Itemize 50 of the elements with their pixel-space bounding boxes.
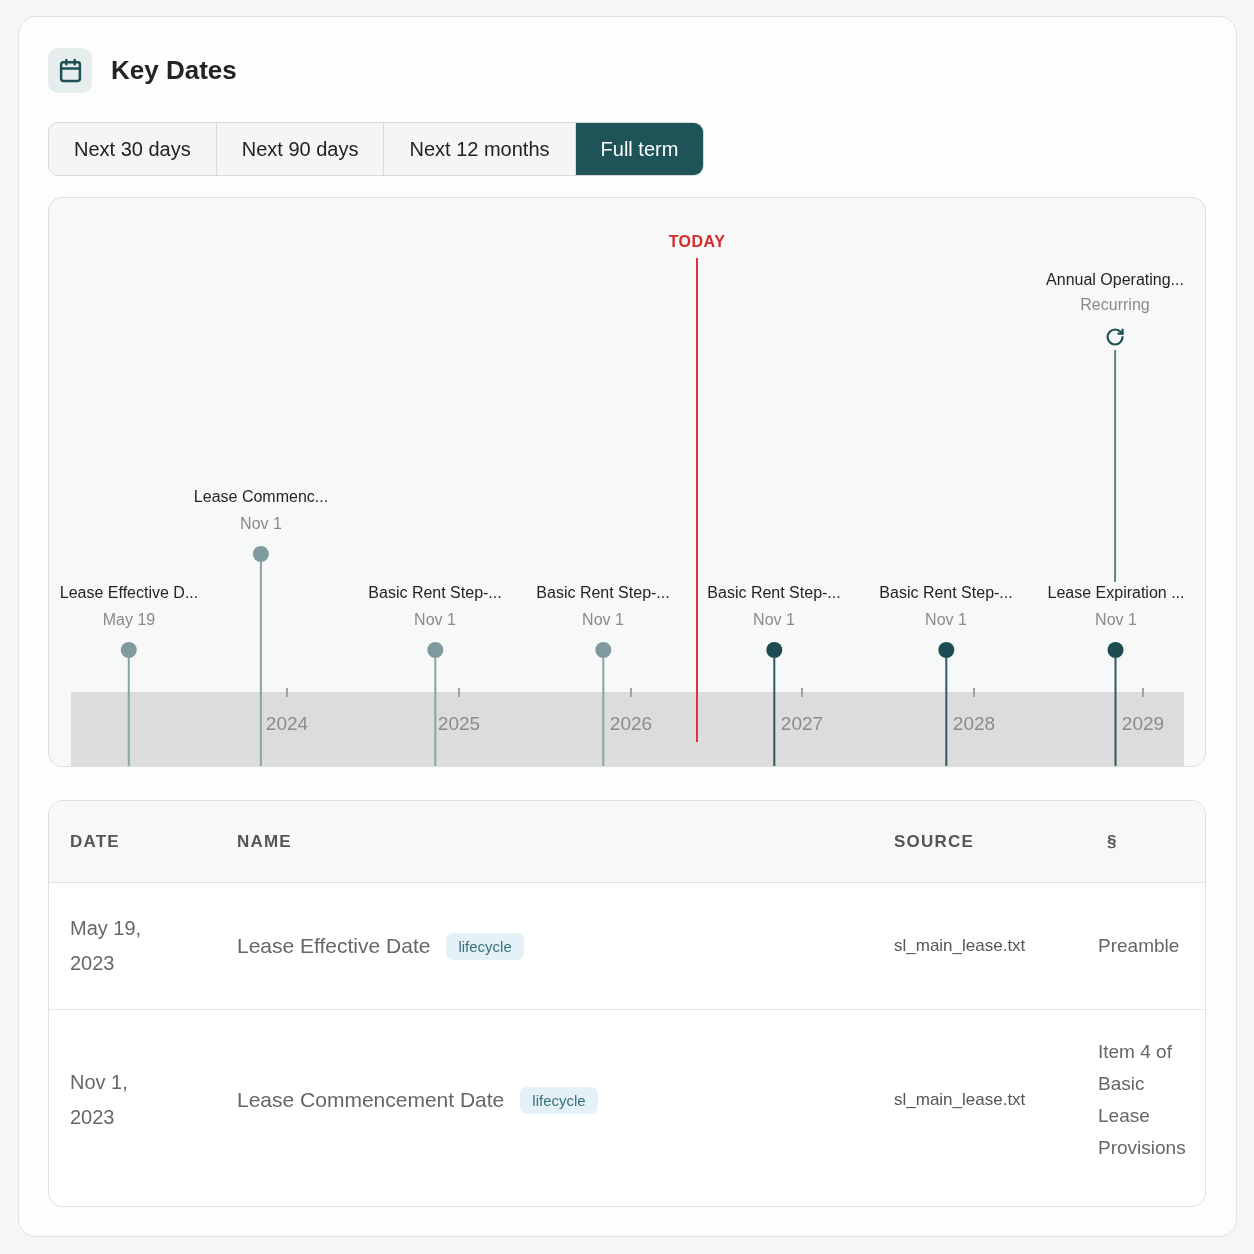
- event-title: Basic Rent Step-...: [368, 583, 502, 603]
- axis-tick: [286, 688, 288, 697]
- year-label: 2026: [609, 714, 653, 734]
- event-title: Annual Operating...: [1046, 270, 1184, 290]
- event-note: Recurring: [1080, 295, 1150, 315]
- category-tag: lifecycle: [520, 1086, 598, 1114]
- event-title: Basic Rent Step-...: [707, 583, 841, 603]
- event-date: Nov 1: [240, 514, 282, 534]
- year-label: 2027: [780, 714, 824, 734]
- event-title: Lease Expiration ...: [1047, 583, 1185, 603]
- date-cell-text: May 19, 2023: [69, 916, 143, 976]
- column-header: DATE: [69, 831, 121, 852]
- name-text: Lease Effective Date: [237, 934, 431, 958]
- year-label: 2029: [1121, 714, 1165, 734]
- range-tab[interactable]: Next 12 months: [383, 123, 575, 175]
- today-label: TODAY: [668, 232, 726, 252]
- section-cell-text: Item 4 of Basic Lease Provisions: [1097, 1040, 1187, 1160]
- event-title: Basic Rent Step-...: [536, 583, 670, 603]
- name-text: Lease Commencement Date: [237, 1088, 505, 1112]
- column-header: NAME: [236, 831, 293, 852]
- event-title: Lease Commenc...: [193, 487, 329, 507]
- axis-tick: [973, 688, 975, 697]
- column-header: §: [1106, 831, 1119, 852]
- range-tab[interactable]: Full term: [574, 123, 704, 175]
- axis-tick: [1142, 688, 1144, 697]
- year-label: 2028: [952, 714, 996, 734]
- date-cell-text: Nov 1, 2023: [69, 1070, 129, 1130]
- section-title: Key Dates: [111, 55, 237, 86]
- event-title: Basic Rent Step-...: [879, 583, 1013, 603]
- event-date: May 19: [102, 610, 156, 630]
- year-label: 2024: [265, 714, 309, 734]
- calendar-icon: [48, 48, 92, 93]
- axis-tick: [630, 688, 632, 697]
- event-date: Nov 1: [925, 610, 967, 630]
- axis-tick: [801, 688, 803, 697]
- event-date: Nov 1: [753, 610, 795, 630]
- axis-tick: [458, 688, 460, 697]
- event-date: Nov 1: [582, 610, 624, 630]
- circular-arrow-icon: [1105, 327, 1125, 347]
- source-cell-text: sl_main_lease.txt: [893, 1090, 1027, 1110]
- range-tab[interactable]: Next 30 days: [49, 123, 216, 175]
- event-date: Nov 1: [414, 610, 456, 630]
- range-tab[interactable]: Next 90 days: [215, 123, 384, 175]
- source-cell-text: sl_main_lease.txt: [893, 936, 1027, 956]
- year-label: 2025: [437, 714, 481, 734]
- column-header: SOURCE: [893, 831, 975, 852]
- section-cell-text: Preamble: [1097, 934, 1181, 958]
- event-title: Lease Effective D...: [59, 583, 199, 603]
- category-tag: lifecycle: [446, 932, 524, 960]
- event-date: Nov 1: [1095, 610, 1137, 630]
